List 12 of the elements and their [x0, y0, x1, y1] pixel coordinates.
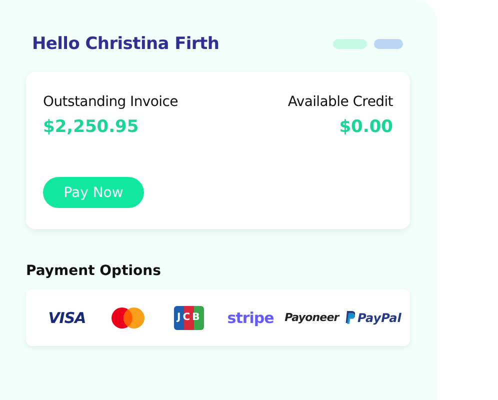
pay-now-button[interactable]: Pay Now [43, 177, 144, 208]
payoneer-logo: Payoneer [284, 311, 339, 324]
balance-label: Outstanding Invoice [43, 94, 178, 110]
balance-amount: $0.00 [339, 117, 393, 137]
greeting-title: Hello Christina Firth [32, 34, 220, 54]
section-title: Payment Options [26, 263, 162, 279]
stripe-logo: stripe [227, 308, 274, 326]
balance-amount: $2,250.95 [43, 117, 140, 137]
visa-logo: VISA [48, 308, 86, 326]
overlapping-circles-logo [111, 306, 146, 328]
paypal-logo: PayPal [344, 310, 402, 324]
balance-label: Available Credit [288, 94, 393, 110]
